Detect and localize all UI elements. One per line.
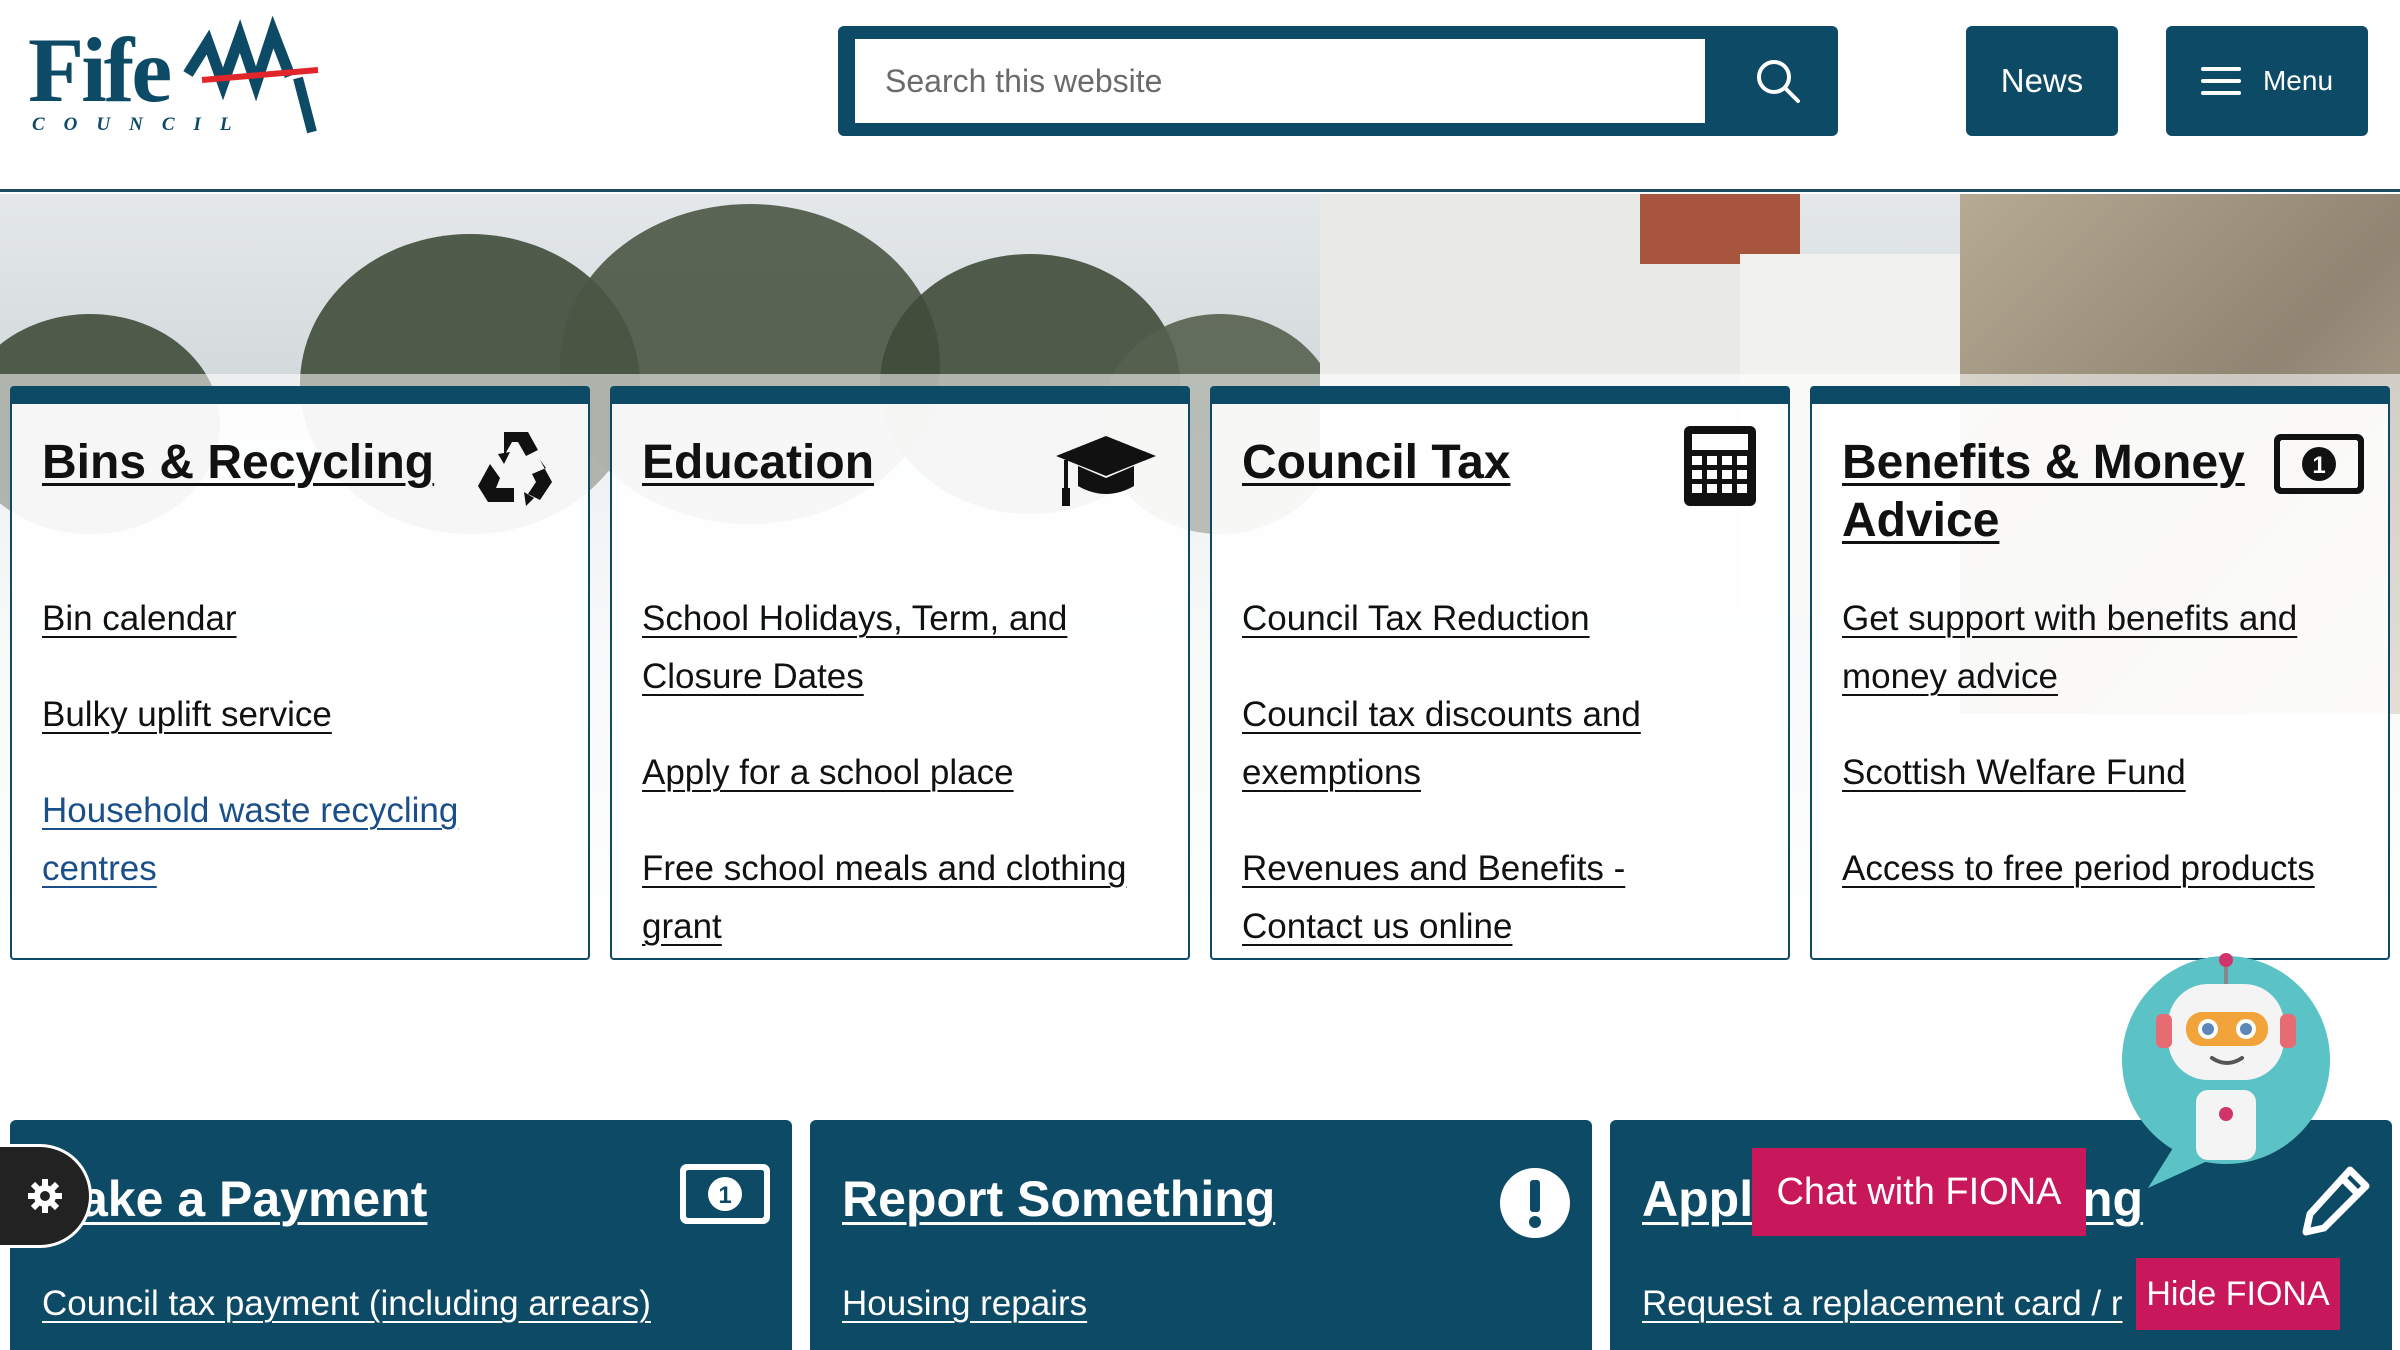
card-benefits-money: Benefits & Money Advice 1 Get support wi… <box>1810 386 2390 960</box>
exclamation-icon <box>1498 1166 1572 1245</box>
card-title-bins-recycling[interactable]: Bins & Recycling <box>42 434 442 492</box>
card-links: School Holidays, Term, and Closure Dates… <box>642 590 1162 994</box>
gear-icon <box>27 1179 62 1213</box>
link-support-benefits[interactable]: Get support with benefits and money advi… <box>1842 590 2342 706</box>
link-scottish-welfare-fund[interactable]: Scottish Welfare Fund <box>1842 744 2362 802</box>
chat-with-fiona-label: Chat with FIONA <box>1776 1170 2062 1213</box>
svg-text:1: 1 <box>718 1182 731 1209</box>
menu-button[interactable]: Menu <box>2166 26 2368 136</box>
logo-text: Fife <box>28 19 172 121</box>
card-report-something: Report Something Housing repairs <box>810 1120 1592 1350</box>
link-bin-calendar[interactable]: Bin calendar <box>42 590 562 648</box>
recycle-icon <box>474 424 558 513</box>
link-free-school-meals[interactable]: Free school meals and clothing grant <box>642 840 1162 956</box>
card-make-payment: ake a Payment 1 Council tax payment (inc… <box>10 1120 792 1350</box>
card-title-apply[interactable]: Appl <box>1642 1170 1753 1228</box>
link-council-tax-reduction[interactable]: Council Tax Reduction <box>1242 590 1762 648</box>
svg-text:1: 1 <box>2312 452 2325 479</box>
card-title-education[interactable]: Education <box>642 434 1042 492</box>
site-header: Fife COUNCIL News Menu <box>0 0 2400 192</box>
search-button[interactable] <box>1718 26 1838 136</box>
robot-icon <box>2122 953 2330 1188</box>
card-education: Education School Holidays, Term, and Clo… <box>610 386 1190 960</box>
card-title-council-tax[interactable]: Council Tax <box>1242 434 1642 492</box>
card-bins-recycling: Bins & Recycling Bin calendar Bulky upli… <box>10 386 590 960</box>
banknote-icon: 1 <box>680 1164 770 1229</box>
search-icon <box>1757 60 1800 103</box>
link-household-waste[interactable]: Household waste recycling centres <box>42 782 502 898</box>
hide-fiona-label: Hide FIONA <box>2146 1274 2330 1313</box>
banknote-icon: 1 <box>2274 434 2364 499</box>
link-school-holidays[interactable]: School Holidays, Term, and Closure Dates <box>642 590 1112 706</box>
link-revenues-benefits[interactable]: Revenues and Benefits - Contact us onlin… <box>1242 840 1672 956</box>
logo-mark-icon <box>183 15 319 134</box>
search-bar <box>838 26 1838 136</box>
hide-fiona-button[interactable]: Hide FIONA <box>2136 1258 2340 1330</box>
link-council-tax-payment[interactable]: Council tax payment (including arrears) <box>42 1284 651 1324</box>
calculator-icon <box>1682 424 1758 513</box>
card-title-benefits-money[interactable]: Benefits & Money Advice <box>1842 434 2272 550</box>
card-links: Get support with benefits and money advi… <box>1842 590 2362 936</box>
link-apply-school-place[interactable]: Apply for a school place <box>642 744 1162 802</box>
link-bulky-uplift[interactable]: Bulky uplift service <box>42 686 562 744</box>
link-council-tax-discounts[interactable]: Council tax discounts and exemptions <box>1242 686 1672 802</box>
graduation-cap-icon <box>1054 432 1158 513</box>
fife-council-logo[interactable]: Fife COUNCIL <box>28 14 319 135</box>
link-replacement-card[interactable]: Request a replacement card / r <box>1642 1284 2123 1324</box>
search-input[interactable] <box>852 36 1708 126</box>
link-free-period-products[interactable]: Access to free period products <box>1842 840 2362 898</box>
news-button-label: News <box>2000 62 2084 99</box>
card-links: Council Tax Reduction Council tax discou… <box>1242 590 1762 994</box>
menu-button-label: Menu <box>2262 65 2334 96</box>
link-housing-repairs[interactable]: Housing repairs <box>842 1284 1087 1324</box>
card-title-report-something[interactable]: Report Something <box>842 1170 1275 1228</box>
fiona-chatbot-avatar[interactable] <box>2118 950 2336 1200</box>
chat-with-fiona-button[interactable]: Chat with FIONA <box>1752 1148 2086 1236</box>
card-title-make-payment[interactable]: ake a Payment <box>80 1170 427 1228</box>
news-button[interactable]: News <box>1966 26 2118 136</box>
card-links: Bin calendar Bulky uplift service Househ… <box>42 590 562 936</box>
card-council-tax: Council Tax Council Tax Reduction Counci… <box>1210 386 1790 960</box>
hamburger-icon <box>2200 67 2241 95</box>
